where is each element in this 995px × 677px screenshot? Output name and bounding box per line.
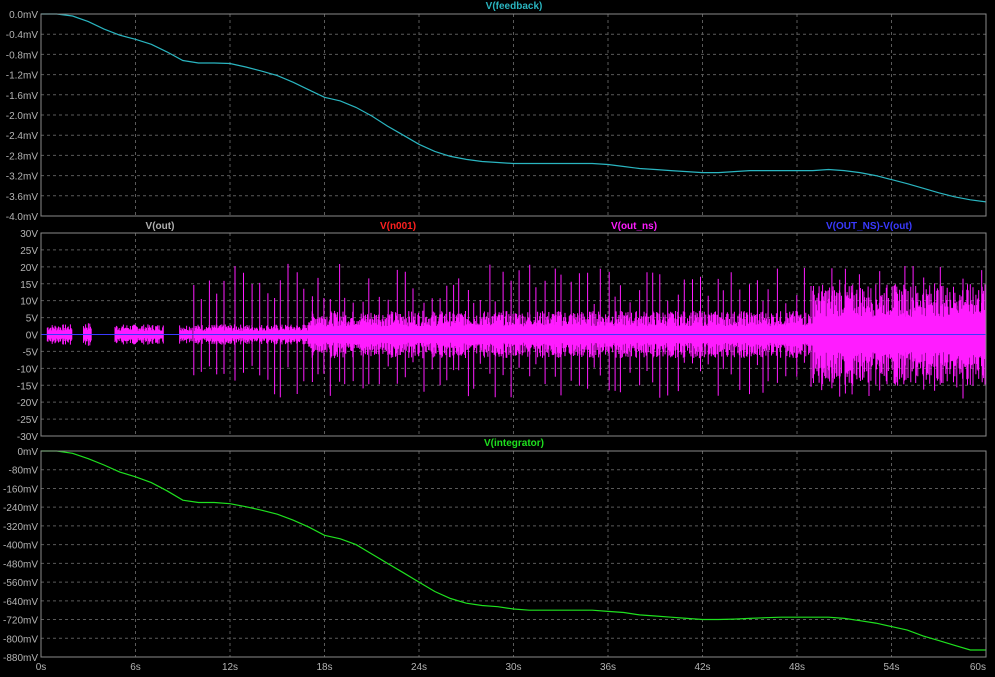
y-tick-label: -3.2mV	[6, 172, 39, 183]
y-tick-label: -10V	[17, 364, 38, 375]
x-tick-label: 60s	[970, 662, 986, 673]
y-tick-label: -720mV	[3, 616, 38, 627]
y-tick-label: -640mV	[3, 597, 38, 608]
y-tick-label: 25V	[20, 246, 38, 257]
y-tick-label: -1.6mV	[6, 91, 39, 102]
trace-label-out[interactable]: V(out)	[146, 221, 175, 232]
y-tick-label: -560mV	[3, 578, 38, 589]
y-tick-label: -800mV	[3, 634, 38, 645]
y-tick-label: 30V	[20, 229, 38, 240]
x-tick-label: 42s	[694, 662, 710, 673]
x-tick-label: 24s	[411, 662, 427, 673]
y-tick-label: 20V	[20, 263, 38, 274]
y-tick-label: -4.0mV	[6, 212, 39, 223]
y-tick-label: -2.8mV	[6, 151, 39, 162]
y-tick-label: -880mV	[3, 653, 38, 664]
y-tick-label: -160mV	[3, 484, 38, 495]
y-tick-label: 0.0mV	[9, 10, 38, 21]
y-tick-label: -2.0mV	[6, 111, 39, 122]
y-tick-label: -240mV	[3, 503, 38, 514]
y-tick-label: 5V	[26, 314, 39, 325]
trace-label-out-ns-minus-out[interactable]: V(OUT_NS)-V(out)	[826, 221, 912, 232]
y-tick-label: -0.8mV	[6, 50, 39, 61]
y-tick-label: -3.6mV	[6, 192, 39, 203]
waveform-viewer: 0.0mV -0.4mV -0.8mV -1.2mV -1.6mV -2.0mV -2.4m…	[0, 0, 995, 677]
y-tick-label: -320mV	[3, 522, 38, 533]
x-tick-label: 18s	[316, 662, 332, 673]
y-tick-label: -30V	[17, 432, 38, 443]
y-tick-label: -80mV	[9, 466, 39, 477]
x-tick-label: 36s	[600, 662, 616, 673]
y-tick-label: -480mV	[3, 559, 38, 570]
x-tick-label: 6s	[130, 662, 141, 673]
y-tick-label: -15V	[17, 381, 38, 392]
x-tick-label: 48s	[789, 662, 805, 673]
x-tick-label: 0s	[36, 662, 47, 673]
trace-label-feedback[interactable]: V(feedback)	[486, 1, 543, 12]
y-tick-label: -2.4mV	[6, 131, 39, 142]
trace-label-n001[interactable]: V(n001)	[380, 221, 416, 232]
y-tick-label: -1.2mV	[6, 71, 39, 82]
y-tick-label: 0V	[26, 331, 39, 342]
trace-label-integrator[interactable]: V(integrator)	[484, 438, 544, 449]
y-tick-label: 0mV	[17, 447, 38, 458]
y-tick-label: 10V	[20, 297, 38, 308]
x-tick-label: 12s	[222, 662, 238, 673]
y-tick-label: -5V	[22, 347, 38, 358]
y-tick-label: -400mV	[3, 541, 38, 552]
trace-label-out-ns[interactable]: V(out_ns)	[611, 221, 657, 232]
y-tick-label: -20V	[17, 398, 38, 409]
y-tick-label: -25V	[17, 415, 38, 426]
y-tick-label: -0.4mV	[6, 30, 39, 41]
x-tick-label: 30s	[505, 662, 521, 673]
y-tick-label: 15V	[20, 280, 38, 291]
x-tick-label: 54s	[883, 662, 899, 673]
